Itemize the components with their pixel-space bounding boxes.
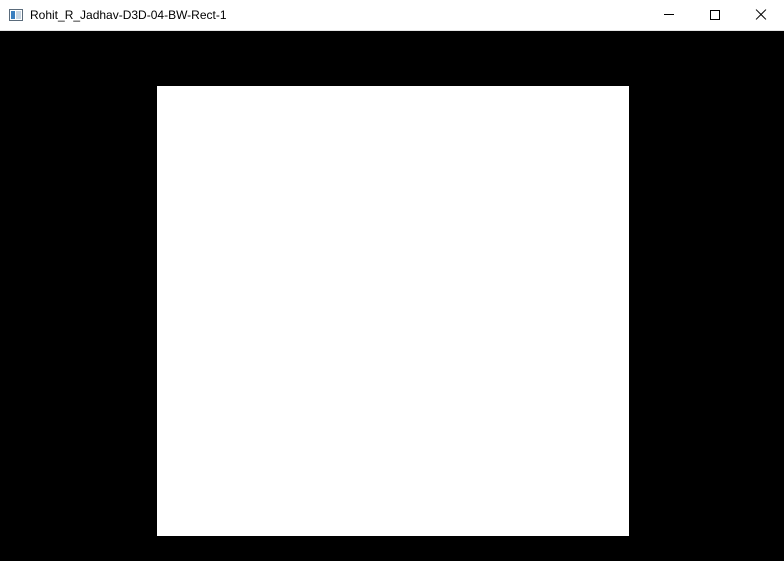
title-bar[interactable]: Rohit_R_Jadhav-D3D-04-BW-Rect-1	[0, 0, 784, 31]
close-button[interactable]	[738, 0, 784, 30]
application-window-icon[interactable]	[9, 9, 23, 21]
maximize-button[interactable]	[692, 0, 738, 30]
minimize-button[interactable]	[646, 0, 692, 30]
app-window: Rohit_R_Jadhav-D3D-04-BW-Rect-1	[0, 0, 784, 561]
minimize-icon	[664, 14, 674, 15]
white-rectangle	[157, 86, 629, 536]
maximize-icon	[710, 10, 720, 20]
render-viewport[interactable]	[0, 31, 784, 561]
window-title: Rohit_R_Jadhav-D3D-04-BW-Rect-1	[30, 8, 227, 22]
close-icon	[755, 9, 767, 21]
